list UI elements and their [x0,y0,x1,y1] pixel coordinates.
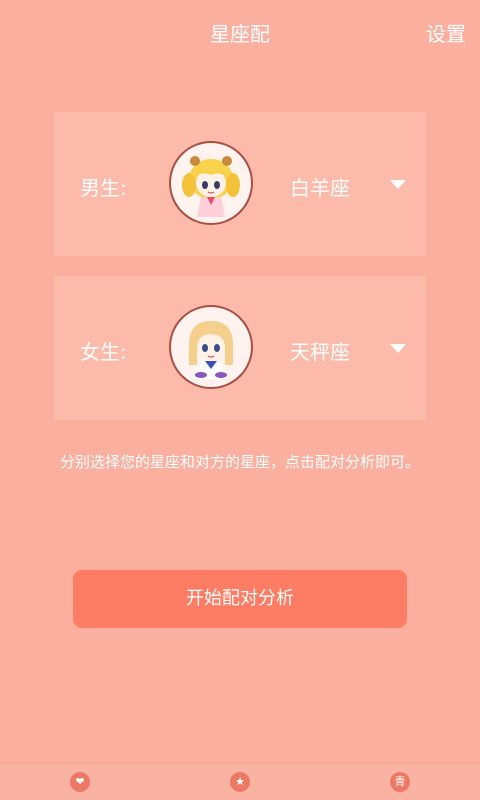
male-card: 男生: 白羊座 [54,112,426,256]
male-sign-select[interactable]: 白羊座 [290,164,414,204]
aries-avatar-icon [169,141,253,225]
female-sign-value: 天秤座 [290,340,350,364]
page-title: 星座配 [210,22,270,46]
page: 星座配 设置 男生: 白羊座 女生: 天秤座 分别选择您的星座和对方的星座，点击… [0,0,480,800]
libra-avatar-icon [169,305,253,389]
female-label: 女生: [80,340,127,364]
start-match-button[interactable]: 开始配对分析 [73,570,407,628]
male-sign-value: 白羊座 [290,176,350,200]
instruction-text: 分别选择您的星座和对方的星座，点击配对分析即可。 [59,453,420,471]
top-bar: 星座配 设置 [0,0,480,64]
chevron-down-icon [390,180,406,189]
chevron-down-icon [390,344,406,353]
settings-button[interactable]: 设置 [426,18,466,47]
star-icon[interactable]: ★ [230,772,250,792]
char-icon[interactable]: 青 [390,772,410,792]
female-card: 女生: 天秤座 [54,276,426,420]
bottom-nav: ❤ ★ 青 [0,763,480,800]
male-label: 男生: [80,176,127,200]
female-sign-select[interactable]: 天秤座 [290,328,414,368]
heart-icon[interactable]: ❤ [70,772,90,792]
